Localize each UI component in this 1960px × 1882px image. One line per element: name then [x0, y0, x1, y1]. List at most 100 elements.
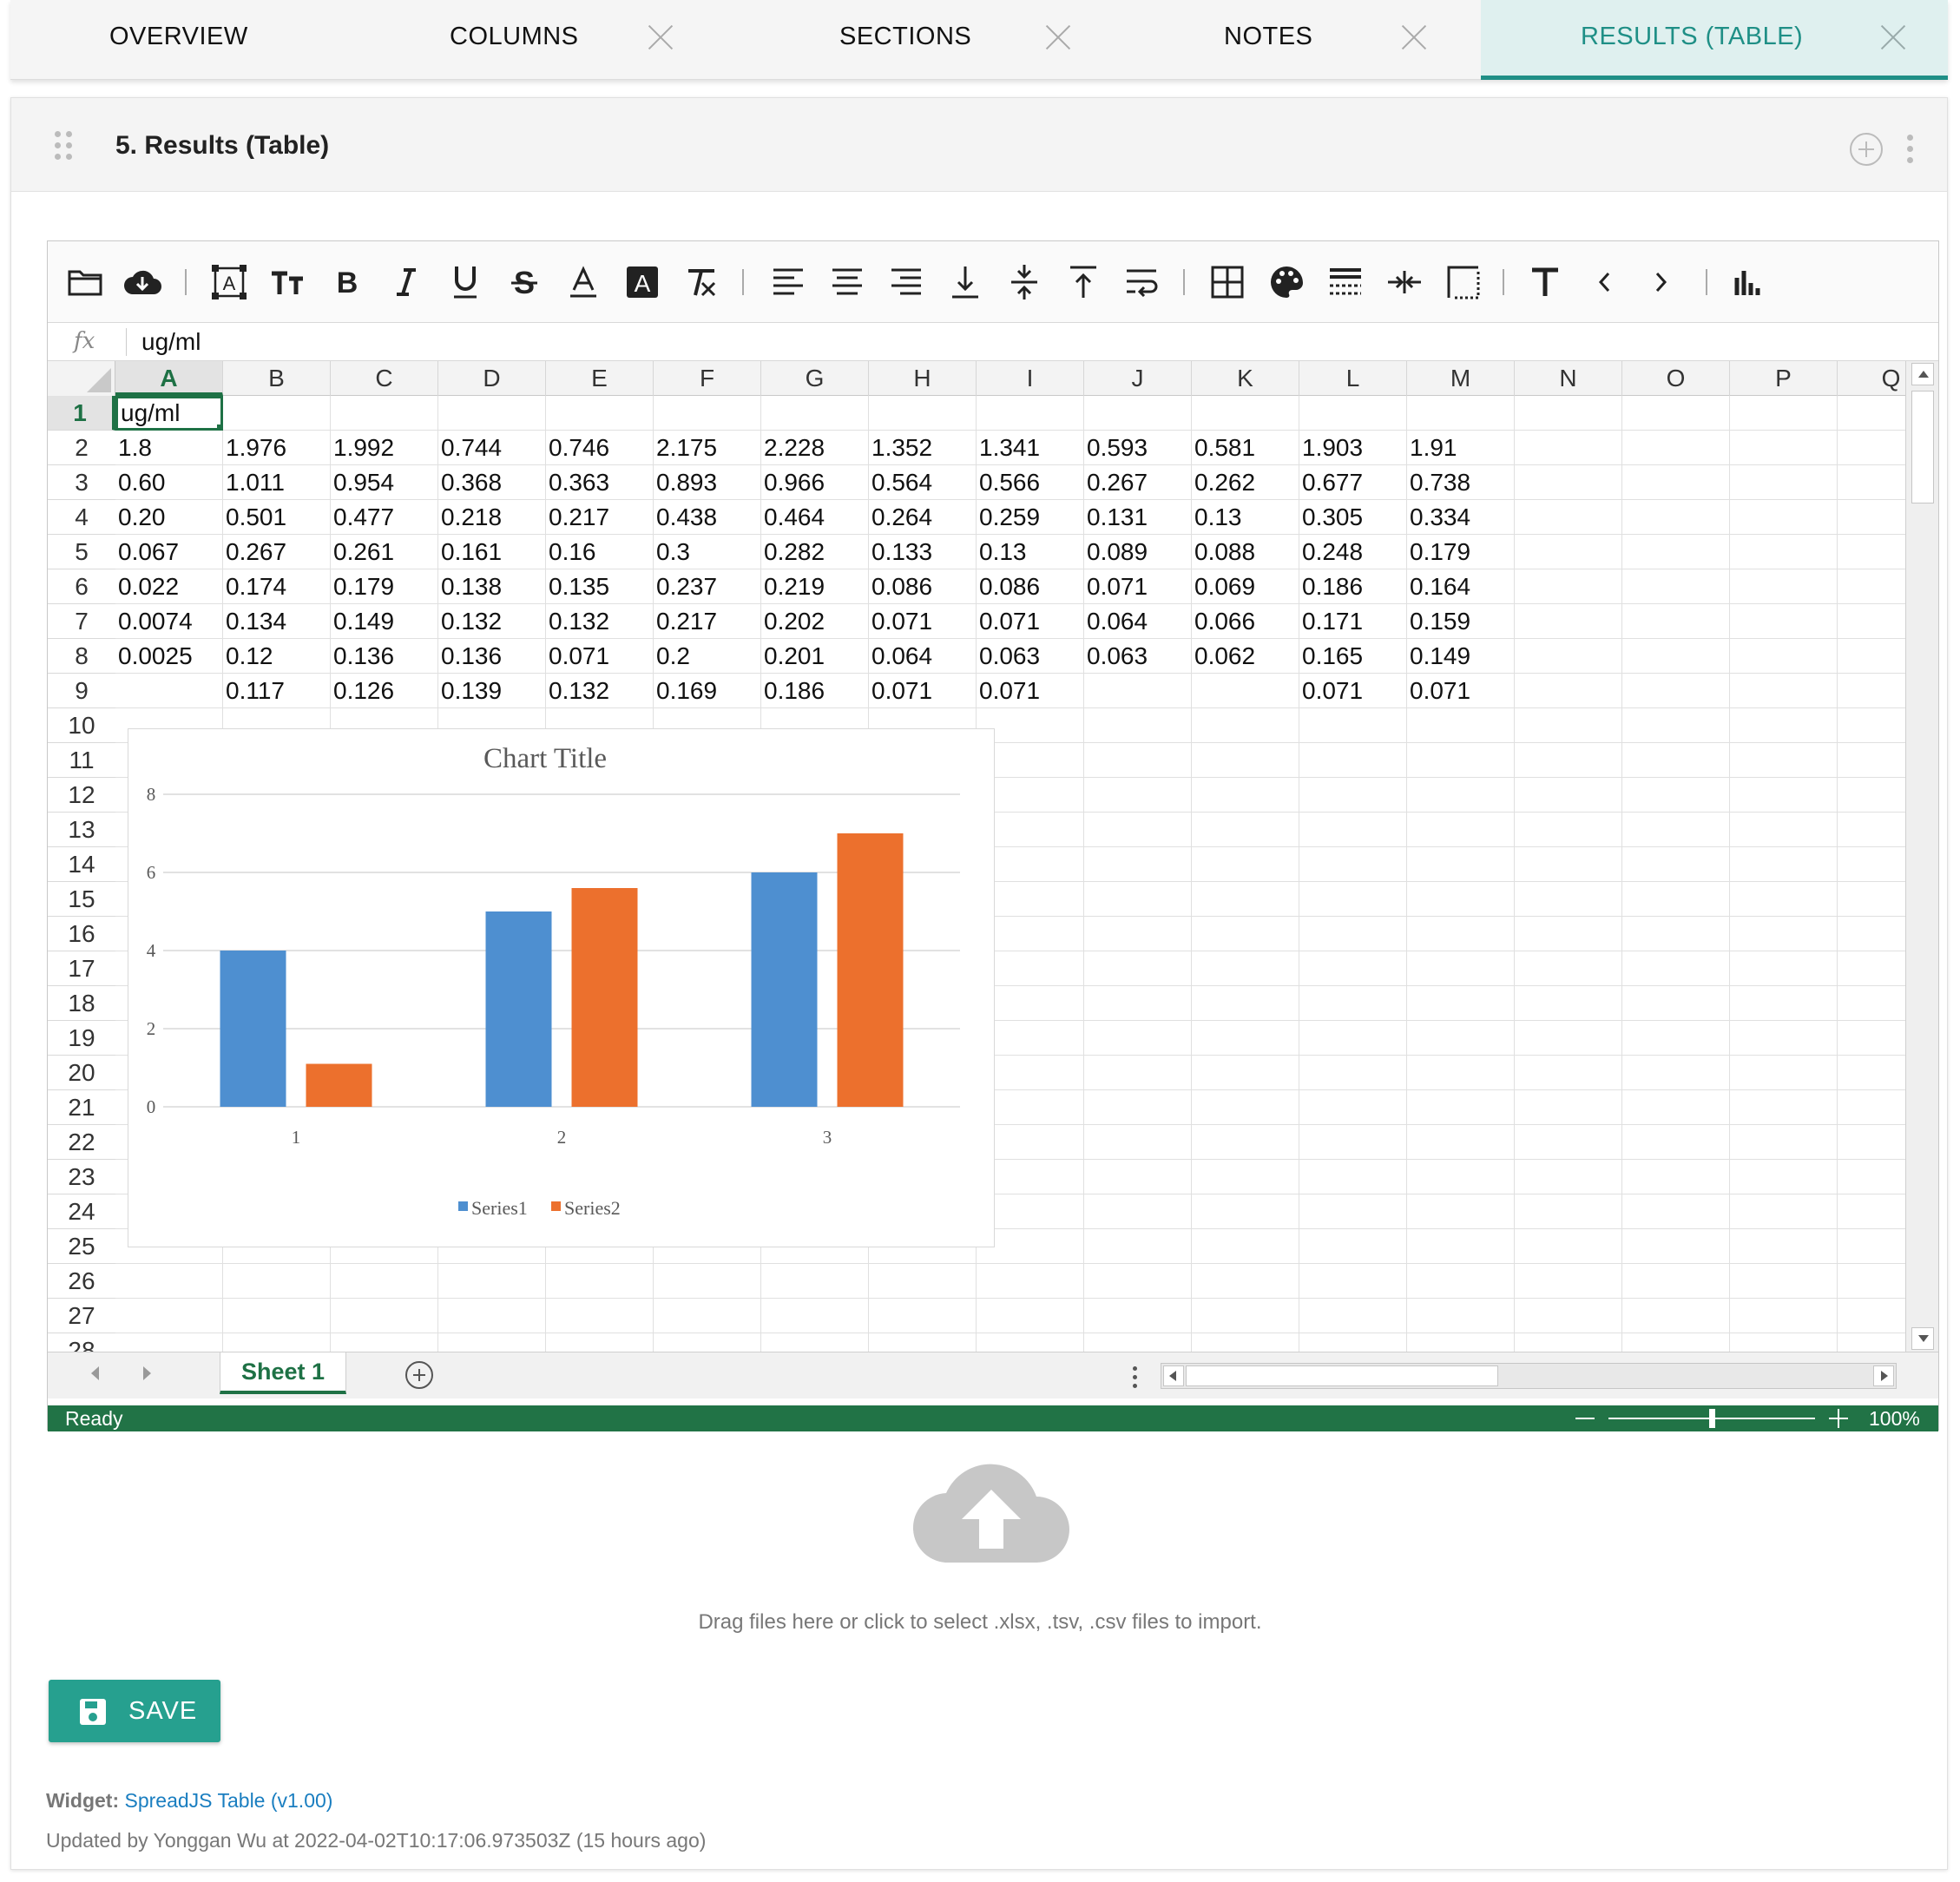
cell[interactable] — [1084, 778, 1192, 813]
chart[interactable]: Chart Title 0 2 4 6 8 1 2 3 Series1 Series2 — [128, 728, 995, 1247]
cell[interactable] — [1730, 1194, 1838, 1229]
cell[interactable] — [1084, 951, 1192, 986]
cell[interactable]: 0.063 — [1084, 639, 1192, 674]
cell[interactable] — [1838, 917, 1905, 951]
cell[interactable] — [1407, 1056, 1515, 1090]
cell[interactable] — [1407, 1160, 1515, 1194]
cell[interactable]: 0.063 — [977, 639, 1084, 674]
cell[interactable]: 1.992 — [331, 431, 438, 465]
cell[interactable]: 0.16 — [546, 535, 654, 569]
cell[interactable] — [1192, 674, 1299, 708]
cell[interactable] — [1838, 1125, 1905, 1160]
scroll-left-icon[interactable] — [1163, 1365, 1184, 1386]
cell[interactable] — [1515, 535, 1622, 569]
cell[interactable] — [1084, 1299, 1192, 1333]
cell[interactable] — [1299, 1056, 1407, 1090]
cell[interactable] — [1407, 951, 1515, 986]
cell[interactable]: 0.13 — [1192, 500, 1299, 535]
vertical-scrollbar[interactable] — [1905, 361, 1938, 1352]
cell[interactable] — [223, 1333, 331, 1352]
cell[interactable]: 2.228 — [761, 431, 869, 465]
cell[interactable] — [223, 1299, 331, 1333]
row-header-23[interactable]: 23 — [48, 1160, 115, 1194]
sheet-nav-left-icon[interactable] — [91, 1366, 99, 1380]
cell[interactable] — [546, 396, 654, 431]
cell[interactable]: 0.677 — [1299, 465, 1407, 500]
cell[interactable]: 0.282 — [761, 535, 869, 569]
add-circle-icon[interactable] — [1850, 133, 1883, 166]
align-right-icon[interactable] — [886, 262, 926, 302]
cell[interactable]: 0.071 — [977, 604, 1084, 639]
cell[interactable]: 0.262 — [1192, 465, 1299, 500]
cell[interactable] — [1299, 1194, 1407, 1229]
cell[interactable]: 0.477 — [331, 500, 438, 535]
cell[interactable] — [1299, 1125, 1407, 1160]
column-header-p[interactable]: P — [1730, 361, 1838, 396]
scroll-down-icon[interactable] — [1911, 1327, 1934, 1350]
cell[interactable] — [1730, 1299, 1838, 1333]
text-icon[interactable] — [1525, 262, 1565, 302]
cell[interactable] — [1730, 1056, 1838, 1090]
cell[interactable]: 0.136 — [331, 639, 438, 674]
cell[interactable] — [977, 396, 1084, 431]
cell[interactable]: 0.217 — [546, 500, 654, 535]
cell[interactable]: 0.186 — [761, 674, 869, 708]
cell[interactable] — [1838, 882, 1905, 917]
cell[interactable] — [1622, 882, 1730, 917]
row-header-1[interactable]: 1 — [48, 396, 115, 431]
cell[interactable]: 0.132 — [438, 604, 546, 639]
cell[interactable]: 0.071 — [869, 604, 977, 639]
cell[interactable] — [1622, 708, 1730, 743]
cell[interactable] — [1622, 986, 1730, 1021]
cell[interactable] — [1192, 1021, 1299, 1056]
cell[interactable] — [1730, 1229, 1838, 1264]
cell[interactable] — [115, 674, 223, 708]
cell[interactable] — [1299, 1160, 1407, 1194]
cell[interactable] — [1622, 431, 1730, 465]
cell[interactable] — [1192, 847, 1299, 882]
sheet-tab[interactable]: Sheet 1 — [220, 1352, 346, 1394]
cell[interactable] — [1730, 431, 1838, 465]
cell[interactable] — [1084, 1056, 1192, 1090]
cell[interactable]: 0.2 — [654, 639, 761, 674]
cell[interactable]: 0.746 — [546, 431, 654, 465]
column-header-k[interactable]: K — [1192, 361, 1299, 396]
cell[interactable] — [115, 1333, 223, 1352]
cell[interactable] — [1622, 465, 1730, 500]
cell[interactable] — [1622, 639, 1730, 674]
cell[interactable] — [1299, 396, 1407, 431]
cell[interactable]: 0.179 — [331, 569, 438, 604]
cell[interactable] — [1730, 500, 1838, 535]
cell[interactable]: 0.60 — [115, 465, 223, 500]
cell[interactable]: 0.3 — [654, 535, 761, 569]
cell[interactable]: 0.165 — [1299, 639, 1407, 674]
cell[interactable] — [1084, 1264, 1192, 1299]
cell[interactable] — [1622, 1229, 1730, 1264]
cell[interactable] — [1084, 743, 1192, 778]
cell[interactable]: 0.237 — [654, 569, 761, 604]
cell[interactable]: 0.022 — [115, 569, 223, 604]
cell[interactable]: 0.267 — [1084, 465, 1192, 500]
cell[interactable] — [1192, 1194, 1299, 1229]
cell[interactable] — [1084, 674, 1192, 708]
cell[interactable] — [1730, 1021, 1838, 1056]
scroll-right-icon[interactable] — [1873, 1365, 1894, 1386]
row-header-21[interactable]: 21 — [48, 1090, 115, 1125]
cell[interactable] — [1838, 847, 1905, 882]
cell[interactable] — [761, 1264, 869, 1299]
cell[interactable]: 0.0025 — [115, 639, 223, 674]
cell[interactable]: 0.066 — [1192, 604, 1299, 639]
cell[interactable] — [1515, 847, 1622, 882]
cell[interactable] — [1192, 917, 1299, 951]
cell[interactable] — [1192, 778, 1299, 813]
cell[interactable]: 0.062 — [1192, 639, 1299, 674]
cell[interactable] — [869, 1299, 977, 1333]
cell[interactable] — [1730, 1125, 1838, 1160]
row-header-2[interactable]: 2 — [48, 431, 115, 465]
cell[interactable]: 0.164 — [1407, 569, 1515, 604]
align-middle-icon[interactable] — [1004, 262, 1044, 302]
cell[interactable]: 0.0074 — [115, 604, 223, 639]
cell[interactable] — [1407, 1125, 1515, 1160]
cell[interactable] — [1838, 500, 1905, 535]
cell[interactable] — [1299, 917, 1407, 951]
